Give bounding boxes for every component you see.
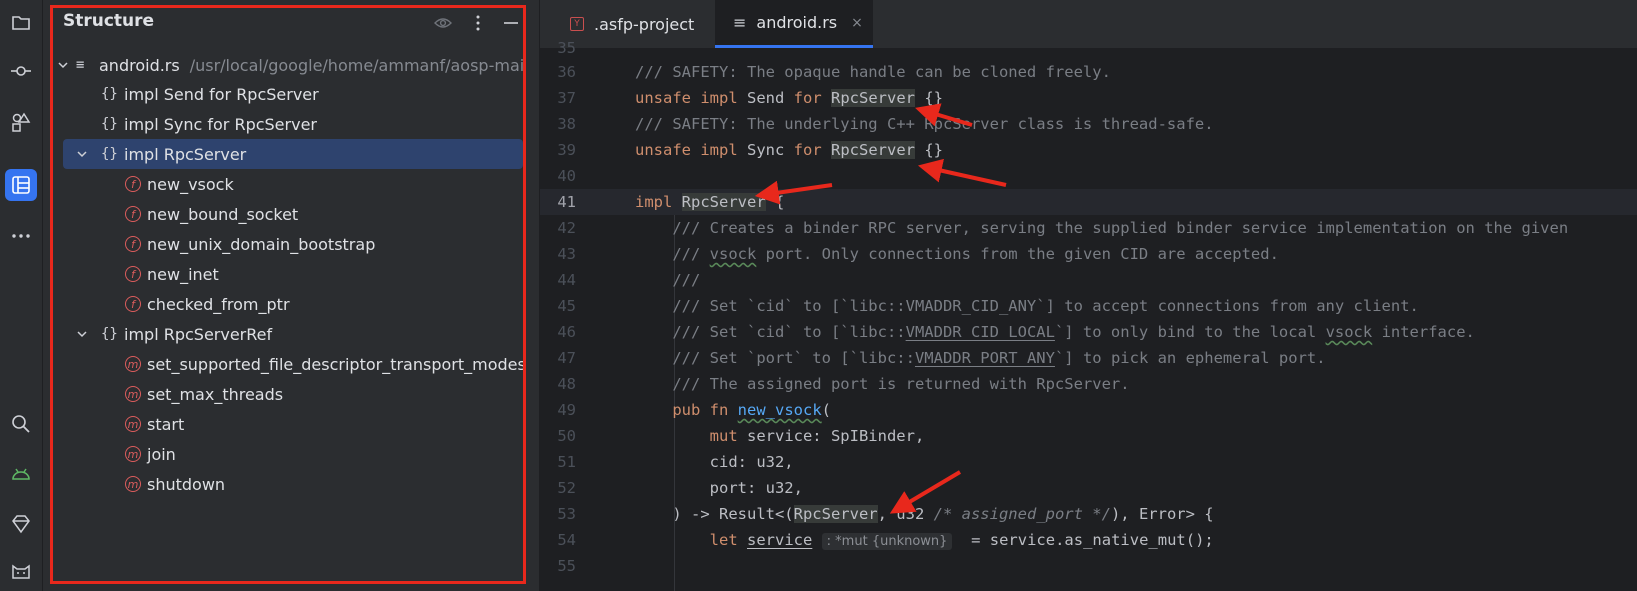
method-icon: m [125,386,141,402]
gem-icon[interactable] [5,508,37,540]
code-line: 45 /// Set `cid` to [`libc::VMADDR_CID_A… [557,297,1419,315]
tree-item[interactable]: f new_inet [54,259,524,289]
braces-icon: {} [101,146,118,162]
tree-item-label: new_unix_domain_bootstrap [147,234,376,254]
editor: Y .asfp-project ≡ android.rs × 35 36/// … [540,0,1637,591]
code-line: 51 cid: u32, [557,453,794,471]
method-icon: m [125,416,141,432]
tree-item-label: new_bound_socket [147,204,299,224]
tab-label: .asfp-project [594,14,695,34]
activity-bar [0,0,43,591]
file-lines-icon: ≡ [76,57,85,73]
tree-item-label: shutdown [147,474,226,494]
tree-item-label: join [147,444,176,464]
code-line: 55 [557,557,576,575]
eye-icon[interactable] [432,12,454,34]
chevron-down-icon[interactable] [56,58,70,72]
search-icon[interactable] [5,408,37,440]
code-line: 39 unsafe impl Sync for RpcServer {} [557,141,943,159]
braces-icon: {} [101,86,118,102]
tree-item[interactable]: m join [54,439,524,469]
tree-item[interactable]: m set_max_threads [54,379,524,409]
code-line-current: 41 impl RpcServer { [540,189,1637,215]
method-icon: m [125,356,141,372]
tree-item-label: new_vsock [147,174,234,194]
options-icon[interactable] [467,12,489,34]
tab-label: android.rs [756,13,838,32]
chevron-down-icon[interactable] [75,147,89,161]
tree-item[interactable]: m shutdown [54,469,524,499]
code-line: 42 /// Creates a binder RPC server, serv… [557,219,1569,237]
code-line: 35 [557,39,576,57]
code-line: 54 let service : *mut {unknown} = servic… [557,531,1214,550]
tree-item[interactable]: f new_bound_socket [54,199,524,229]
panel-title: Structure [63,11,155,31]
tree-item[interactable]: m start [54,409,524,439]
more-icon[interactable] [5,220,37,252]
tree-item[interactable]: f checked_from_ptr [54,289,524,319]
commit-icon[interactable] [5,55,37,87]
folder-icon[interactable] [5,6,37,38]
tree-item[interactable]: {} impl Send for RpcServer [54,79,524,109]
function-icon: f [125,206,141,222]
function-icon: f [125,236,141,252]
file-name: android.rs [99,55,180,75]
function-icon: f [125,296,141,312]
braces-icon: {} [101,116,118,132]
cat-icon[interactable] [5,555,37,587]
file-lines-icon: ≡ [733,13,747,32]
tree-item[interactable]: f new_unix_domain_bootstrap [54,229,524,259]
tree-item-label: set_max_threads [147,384,284,404]
code-line: 47 /// Set `port` to [`libc::VMADDR_PORT… [557,349,1326,367]
tree-item[interactable]: f new_vsock [54,169,524,199]
code-line: 40 [557,167,576,185]
function-icon: f [125,266,141,282]
tree-file-row[interactable]: ≡ android.rs/usr/local/google/home/amman… [54,50,524,80]
braces-icon: {} [101,326,118,342]
method-icon: m [125,476,141,492]
code-line: 44 /// [557,271,701,289]
tree-item-label: impl RpcServer [124,144,247,164]
tree-item-label: new_inet [147,264,219,284]
minimize-icon[interactable] [500,12,522,34]
tree-item-label: impl Send for RpcServer [124,84,319,104]
chevron-down-icon[interactable] [75,327,89,341]
yaml-file-icon: Y [570,17,584,31]
method-icon: m [125,446,141,462]
inlay-hint: : *mut {unknown} [821,533,953,550]
tree-item-label: impl RpcServerRef [124,324,273,344]
file-path: /usr/local/google/home/ammanf/aosp-main-… [189,55,524,75]
tree-item-label: set_supported_file_descriptor_transport_… [147,354,524,374]
close-icon[interactable]: × [851,15,863,31]
code-line: 53 ) -> Result<(RpcServer, u32 /* assign… [557,505,1214,523]
tree-item[interactable]: m set_supported_file_descriptor_transpor… [54,349,524,379]
function-icon: f [125,176,141,192]
code-line: 36/// SAFETY: The opaque handle can be c… [557,63,1111,81]
tree-item-label: checked_from_ptr [147,294,290,314]
shapes-icon[interactable] [5,106,37,138]
code-line: 49 pub fn new_vsock( [557,401,832,419]
android-icon[interactable] [5,458,37,490]
code-area[interactable]: 35 36/// SAFETY: The opaque handle can b… [540,39,1637,591]
code-line: 52 port: u32, [557,479,803,497]
tree-item[interactable]: {} impl Sync for RpcServer [54,109,524,139]
tree-item-selected[interactable]: {} impl RpcServer [63,139,523,169]
tree-item-label: start [147,414,185,434]
tree-item-label: impl Sync for RpcServer [124,114,317,134]
code-line: 37 unsafe impl Send for RpcServer {} [557,89,943,107]
code-line: 50 mut service: SpIBinder, [557,427,925,445]
code-line: 46 /// Set `cid` to [`libc::VMADDR_CID_L… [557,323,1475,341]
code-line: 38/// SAFETY: The underlying C++ RpcServ… [557,115,1214,133]
code-line: 48 /// The assigned port is returned wit… [557,375,1130,393]
structure-icon[interactable] [5,169,37,201]
tree-item[interactable]: {} impl RpcServerRef [54,319,524,349]
code-line: 43 /// vsock port. Only connections from… [557,245,1279,263]
